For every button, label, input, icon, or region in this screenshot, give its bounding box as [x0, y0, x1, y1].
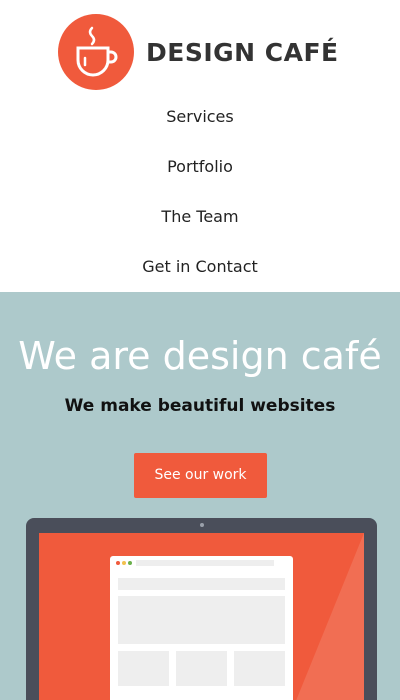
mock-card-block: [234, 651, 285, 686]
browser-toolbar: [110, 556, 293, 570]
mock-hero-block: [118, 596, 285, 644]
laptop-camera: [200, 523, 204, 527]
mock-card-block: [176, 651, 227, 686]
minimize-dot-icon: [122, 561, 126, 565]
hero-section: We are design café We make beautiful web…: [0, 292, 400, 700]
hero-title: We are design café: [18, 334, 382, 378]
close-dot-icon: [116, 561, 120, 565]
nav-item-team[interactable]: The Team: [0, 200, 400, 250]
hero-subtitle: We make beautiful websites: [64, 396, 336, 416]
logo[interactable]: DESIGN CAFÉ: [58, 14, 339, 90]
laptop-illustration: [26, 518, 377, 700]
mock-card-block: [118, 651, 169, 686]
site-header: DESIGN CAFÉ Services Portfolio The Team …: [0, 0, 400, 292]
maximize-dot-icon: [128, 561, 132, 565]
coffee-cup-icon: [58, 14, 134, 90]
main-nav: Services Portfolio The Team Get in Conta…: [0, 100, 400, 300]
nav-item-services[interactable]: Services: [0, 100, 400, 150]
brand-name: DESIGN CAFÉ: [146, 37, 339, 67]
mock-header-block: [118, 578, 285, 590]
laptop-screen: [39, 533, 364, 700]
browser-mockup: [110, 556, 293, 700]
see-our-work-button[interactable]: See our work: [134, 453, 267, 498]
browser-url-bar: [136, 560, 274, 566]
nav-item-portfolio[interactable]: Portfolio: [0, 150, 400, 200]
